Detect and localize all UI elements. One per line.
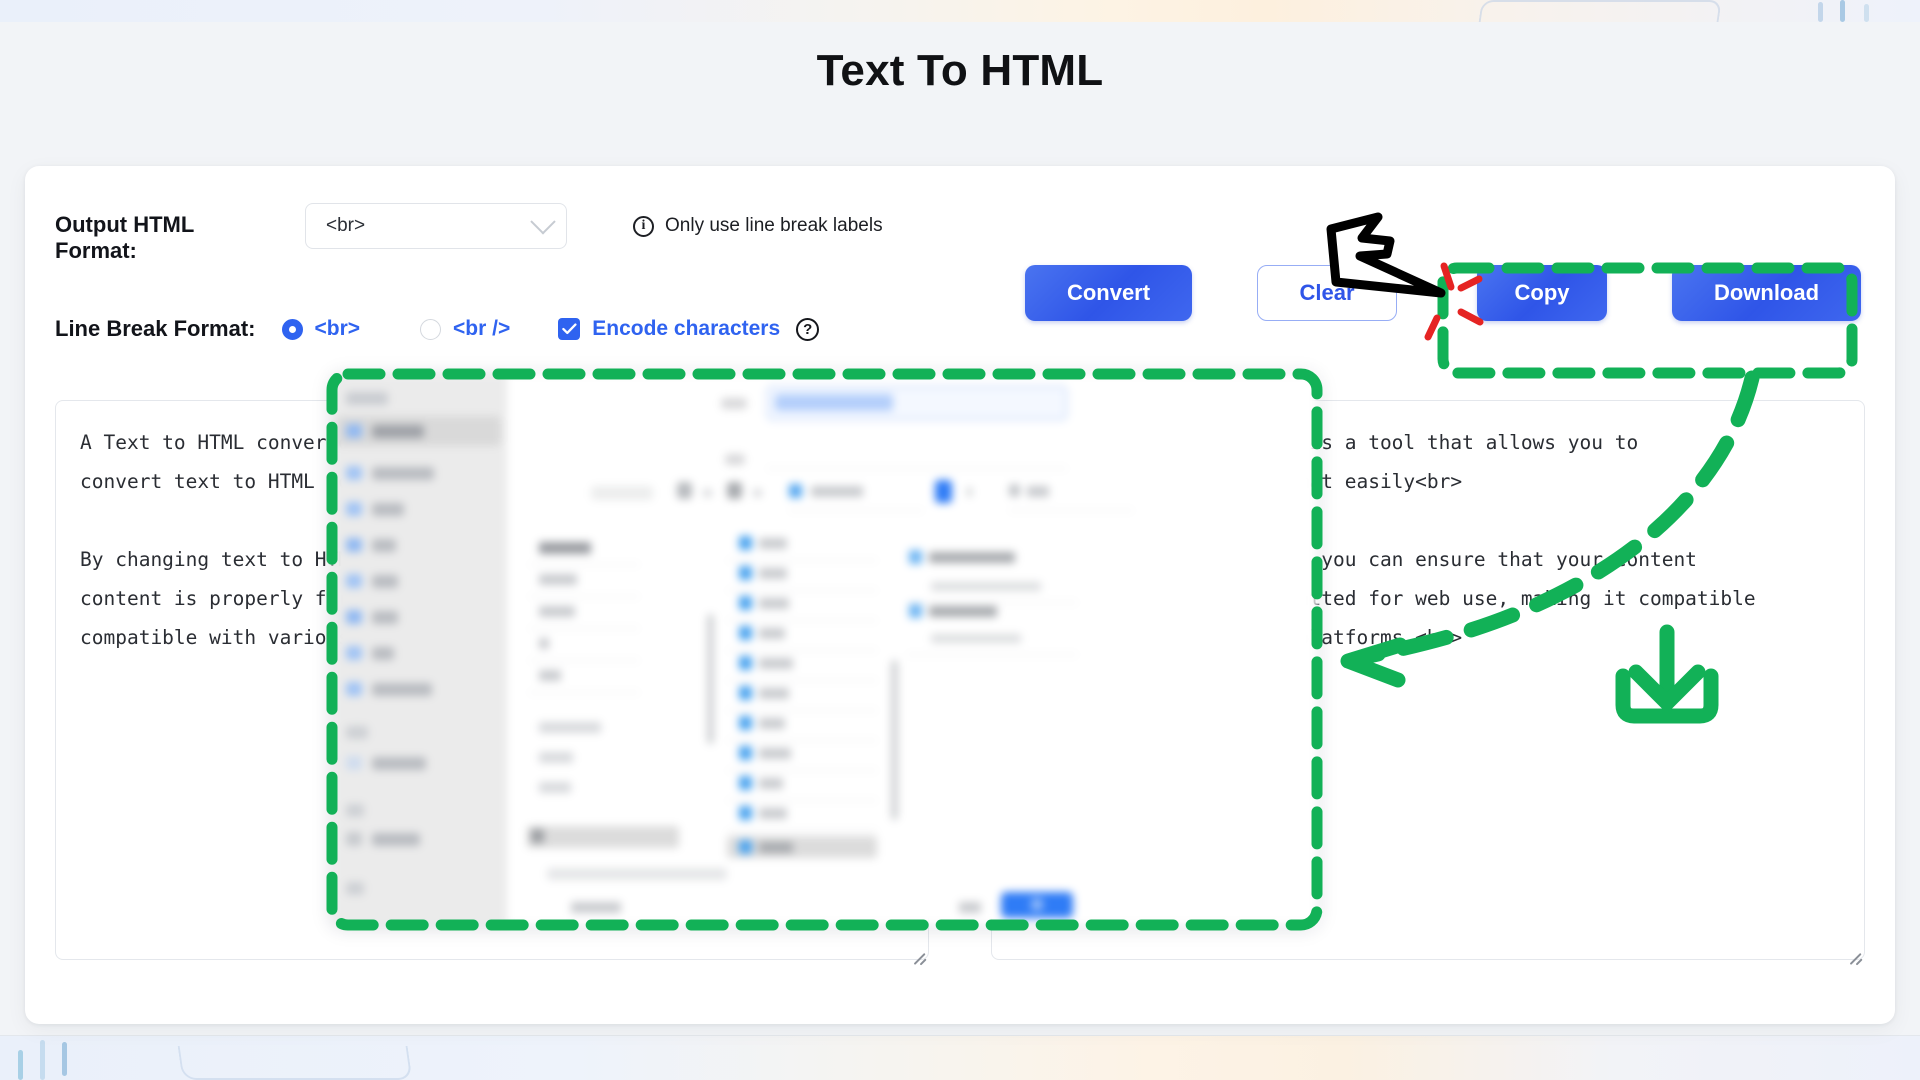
line-break-format-label: Line Break Format: — [55, 316, 256, 341]
line-break-format-row: Line Break Format: <br> <br /> Encode ch… — [55, 316, 820, 342]
copy-button[interactable]: Copy — [1477, 265, 1607, 321]
browser-chrome-top — [0, 0, 1920, 24]
format-hint-text: Only use line break labels — [665, 215, 883, 236]
dialog-sidebar — [332, 374, 507, 925]
encode-characters-group[interactable]: Encode characters ? — [558, 317, 820, 341]
radio-br-self-closing-indicator[interactable] — [420, 318, 442, 340]
clear-button[interactable]: Clear — [1257, 265, 1397, 321]
format-select-value: <br> — [326, 215, 366, 236]
page-title: Text To HTML — [816, 46, 1104, 95]
radio-option-br[interactable]: <br> — [281, 317, 361, 341]
radio-br-indicator[interactable] — [281, 318, 303, 340]
blurred-file-save-dialog — [332, 374, 1317, 925]
question-mark-icon[interactable]: ? — [796, 317, 820, 341]
convert-button[interactable]: Convert — [1025, 265, 1192, 321]
decorative-shape-bottom — [177, 1046, 413, 1080]
format-hint: i Only use line break labels — [633, 215, 883, 237]
dialog-main-panel — [507, 374, 1317, 925]
browser-chrome-bottom — [0, 1036, 1920, 1080]
radio-option-br-self-closing[interactable]: <br /> — [420, 317, 510, 341]
encode-characters-label: Encode characters — [592, 317, 781, 340]
download-button[interactable]: Download — [1672, 265, 1861, 321]
info-icon: i — [633, 215, 654, 237]
decorative-shape-top — [1478, 0, 1722, 24]
decorative-bars-top — [1810, 0, 1880, 22]
output-format-label: Output HTML Format: — [55, 212, 194, 263]
decorative-bars-bottom — [10, 1036, 90, 1080]
encode-characters-checkbox[interactable] — [558, 318, 581, 340]
radio-br-label: <br> — [314, 317, 361, 340]
format-select[interactable]: <br> — [305, 203, 567, 249]
chevron-down-icon — [530, 209, 556, 235]
radio-br-self-closing-label: <br /> — [453, 317, 511, 340]
